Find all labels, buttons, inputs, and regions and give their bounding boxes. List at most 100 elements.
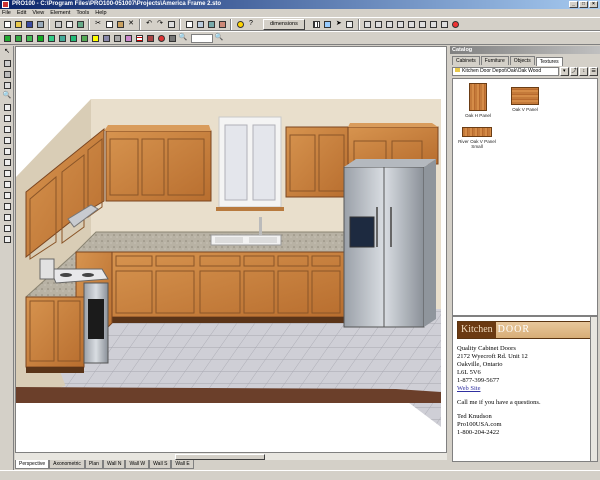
tab-wall-w[interactable]: Wall W — [125, 460, 150, 469]
menu-element[interactable]: Element — [50, 9, 70, 17]
catalog-item[interactable]: Oak H Panel — [459, 83, 497, 118]
zoom-input[interactable] — [191, 33, 213, 43]
view-mode-3-icon[interactable] — [24, 33, 34, 43]
vtool-7-icon[interactable] — [2, 113, 12, 123]
minimize-button[interactable]: _ — [569, 1, 578, 8]
tab-furniture[interactable]: Furniture — [480, 56, 509, 65]
dropdown-arrow-icon[interactable]: ▾ — [559, 67, 569, 76]
pan-icon[interactable] — [167, 33, 177, 43]
help-icon[interactable]: ? — [246, 19, 256, 29]
orbit-icon[interactable] — [156, 33, 166, 43]
align-left-icon[interactable] — [363, 19, 373, 29]
website-link[interactable]: Web Site — [457, 385, 593, 393]
vtool-14-icon[interactable] — [2, 190, 12, 200]
undo-icon[interactable]: ↶ — [144, 19, 154, 29]
view-mode-5-icon[interactable] — [46, 33, 56, 43]
menu-tools[interactable]: Tools — [76, 9, 89, 17]
design-canvas[interactable] — [15, 46, 447, 460]
wall-tool-icon[interactable] — [2, 69, 12, 79]
export-icon[interactable] — [35, 19, 45, 29]
vtool-16-icon[interactable] — [2, 212, 12, 222]
vtool-12-icon[interactable] — [2, 168, 12, 178]
grid-icon[interactable] — [312, 19, 322, 29]
camera-icon[interactable] — [101, 33, 111, 43]
align-bottom-icon[interactable] — [396, 19, 406, 29]
vtool-13-icon[interactable] — [2, 179, 12, 189]
canvas-horizontal-scrollbar[interactable] — [15, 452, 447, 460]
menu-file[interactable]: File — [2, 9, 11, 17]
save-icon[interactable] — [24, 19, 34, 29]
catalog-path-select[interactable]: Kitchen Door Depot\Oak\Oak Wood — [452, 67, 559, 76]
open-folder-icon[interactable] — [13, 19, 23, 29]
export-image-icon[interactable] — [75, 19, 85, 29]
cursor-icon[interactable]: ➤ — [334, 19, 344, 29]
view-mode-2-icon[interactable] — [13, 33, 23, 43]
tab-cabinets[interactable]: Cabinets — [452, 56, 480, 65]
view-mode-6-icon[interactable] — [57, 33, 67, 43]
view-mode-7-icon[interactable] — [68, 33, 78, 43]
light-icon[interactable] — [90, 33, 100, 43]
print-preview-icon[interactable] — [64, 19, 74, 29]
menu-help[interactable]: Help — [95, 9, 106, 17]
info-scrollbar[interactable] — [590, 317, 597, 461]
cut-icon[interactable]: ✂ — [93, 19, 103, 29]
view-mode-8-icon[interactable] — [79, 33, 89, 43]
view-mode-4-icon[interactable] — [35, 33, 45, 43]
render-icon[interactable] — [206, 19, 216, 29]
tab-perspective[interactable]: Perspective — [15, 460, 50, 469]
catalog-item[interactable]: Oak V Panel — [505, 87, 545, 112]
distribute-icon[interactable] — [407, 19, 417, 29]
sort-icon[interactable]: ↕ — [579, 67, 589, 76]
stack-icon[interactable] — [2, 58, 12, 68]
delete-icon[interactable]: ✕ — [126, 19, 136, 29]
vtool-15-icon[interactable] — [2, 201, 12, 211]
vtool-17-icon[interactable] — [2, 223, 12, 233]
mirror-icon[interactable] — [429, 19, 439, 29]
materials-icon[interactable] — [217, 19, 227, 29]
redo-icon[interactable]: ↷ — [155, 19, 165, 29]
tab-wall-e[interactable]: Wall E — [171, 460, 194, 469]
group-icon[interactable] — [166, 19, 176, 29]
align-right-icon[interactable] — [374, 19, 384, 29]
lightbulb-icon[interactable] — [235, 19, 245, 29]
menu-edit[interactable]: Edit — [17, 9, 26, 17]
maximize-button[interactable]: □ — [579, 1, 588, 8]
measure-icon[interactable] — [2, 80, 12, 90]
texture-grid-icon[interactable] — [134, 33, 144, 43]
align-top-icon[interactable] — [385, 19, 395, 29]
view-mode-1-icon[interactable] — [2, 33, 12, 43]
walk-icon[interactable] — [112, 33, 122, 43]
view-list-icon[interactable]: ☰ — [589, 67, 599, 76]
tab-wall-n[interactable]: Wall N — [102, 460, 126, 469]
tab-wall-s[interactable]: Wall S — [149, 460, 172, 469]
up-folder-icon[interactable]: ⤴ — [569, 67, 579, 76]
vtool-10-icon[interactable] — [2, 146, 12, 156]
print-icon[interactable] — [53, 19, 63, 29]
paste-icon[interactable] — [115, 19, 125, 29]
close-button[interactable]: × — [589, 1, 598, 8]
tab-axonometric[interactable]: Axonometric — [49, 460, 85, 469]
zoom-icon[interactable]: 🔍 — [178, 33, 188, 43]
vtool-8-icon[interactable] — [2, 124, 12, 134]
dimensions-button[interactable]: dimensions — [263, 18, 305, 30]
magnifier-icon[interactable]: 🔍 — [2, 91, 12, 101]
fly-icon[interactable] — [123, 33, 133, 43]
tab-textures[interactable]: Textures — [535, 57, 563, 66]
vtool-9-icon[interactable] — [2, 135, 12, 145]
zoom-out-icon[interactable]: 🔍 — [214, 33, 224, 43]
vtool-6-icon[interactable] — [2, 102, 12, 112]
catalog-item[interactable]: River Oak V Panel Small — [455, 127, 499, 149]
move-icon[interactable] — [345, 19, 355, 29]
zoom-fit-icon[interactable] — [323, 19, 333, 29]
vtool-18-icon[interactable] — [2, 234, 12, 244]
copy-icon[interactable] — [104, 19, 114, 29]
new-file-icon[interactable] — [2, 19, 12, 29]
list-icon[interactable] — [195, 19, 205, 29]
properties-icon[interactable] — [184, 19, 194, 29]
tab-plan[interactable]: Plan — [84, 460, 103, 469]
vtool-11-icon[interactable] — [2, 157, 12, 167]
tab-objects[interactable]: Objects — [509, 56, 535, 65]
menu-view[interactable]: View — [32, 9, 44, 17]
shadows-icon[interactable] — [145, 33, 155, 43]
stop-icon[interactable] — [451, 19, 461, 29]
